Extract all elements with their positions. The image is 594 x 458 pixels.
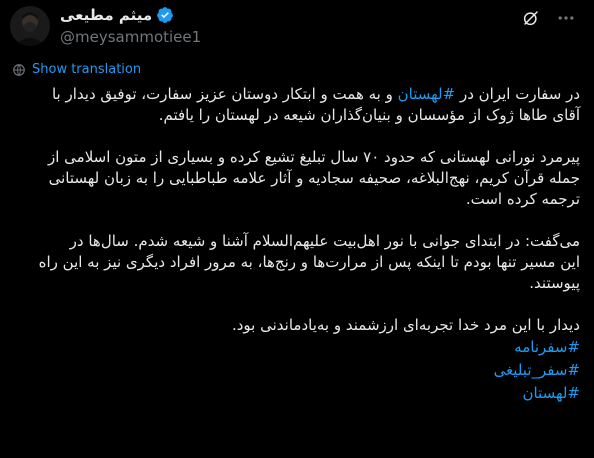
text-line: ترجمه کرده است. <box>465 190 580 208</box>
paragraph-4: دیدار با این مرد خدا تجربه‌ای ارزشمند و … <box>10 315 580 405</box>
handle[interactable]: @meysammotiee1 <box>60 26 201 48</box>
paragraph-1: در سفارت ایران در #لهستان و به همت و ابت… <box>10 84 580 126</box>
text-fragment: در سفارت ایران در <box>455 85 580 103</box>
show-translation-link[interactable]: Show translation <box>12 62 141 77</box>
more-options-icon[interactable] <box>556 8 576 28</box>
text-fragment: و به همت و ابتکار دوستان عزیز سفارت، توف… <box>51 85 398 103</box>
show-translation-label: Show translation <box>32 62 142 77</box>
display-name[interactable]: میثم مطیعی <box>60 5 152 25</box>
text-line: پیوستند. <box>529 274 580 292</box>
text-line: دیدار با این مرد خدا تجربه‌ای ارزشمند و … <box>231 316 580 334</box>
name-row: میثم مطیعی <box>60 5 201 25</box>
text-line: می‌گفت: در ابتدای جوانی با نور اهل‌بیت ع… <box>69 232 580 250</box>
paragraph-3: می‌گفت: در ابتدای جوانی با نور اهل‌بیت ع… <box>10 231 580 294</box>
top-actions <box>522 8 576 28</box>
hashtag-link[interactable]: #لهستان <box>10 382 580 405</box>
hashtag-link[interactable]: #سفر_تبلیغی <box>10 359 580 382</box>
text-line: پیرمرد نورانی لهستانی که حدود ۷۰ سال تبل… <box>47 148 580 166</box>
text-line: جمله قرآن کریم، نهج‌البلاغه، صحیفه سجادی… <box>48 169 580 187</box>
tweet-text: در سفارت ایران در #لهستان و به همت و ابت… <box>10 84 580 405</box>
verified-badge-icon <box>157 7 174 23</box>
avatar[interactable] <box>10 6 50 46</box>
paragraph-2: پیرمرد نورانی لهستانی که حدود ۷۰ سال تبل… <box>10 147 580 210</box>
grok-icon[interactable] <box>522 9 540 27</box>
hashtag-link[interactable]: #لهستان <box>398 85 456 103</box>
translate-globe-icon <box>13 63 25 76</box>
tweet-card: میثم مطیعی @meysammotiee1 Show translati… <box>0 0 594 458</box>
text-line: این مسیر تنها بودم تا اینکه پس از مرارت‌… <box>38 253 580 271</box>
text-line: در سفارت ایران در #لهستان و به همت و ابت… <box>10 84 580 105</box>
text-line: آقای طاها ژوک از مؤسسان و بنیان‌گذاران ش… <box>158 106 580 124</box>
hashtag-link[interactable]: #سفرنامه <box>10 336 580 359</box>
author-info: میثم مطیعی @meysammotiee1 <box>60 5 201 48</box>
